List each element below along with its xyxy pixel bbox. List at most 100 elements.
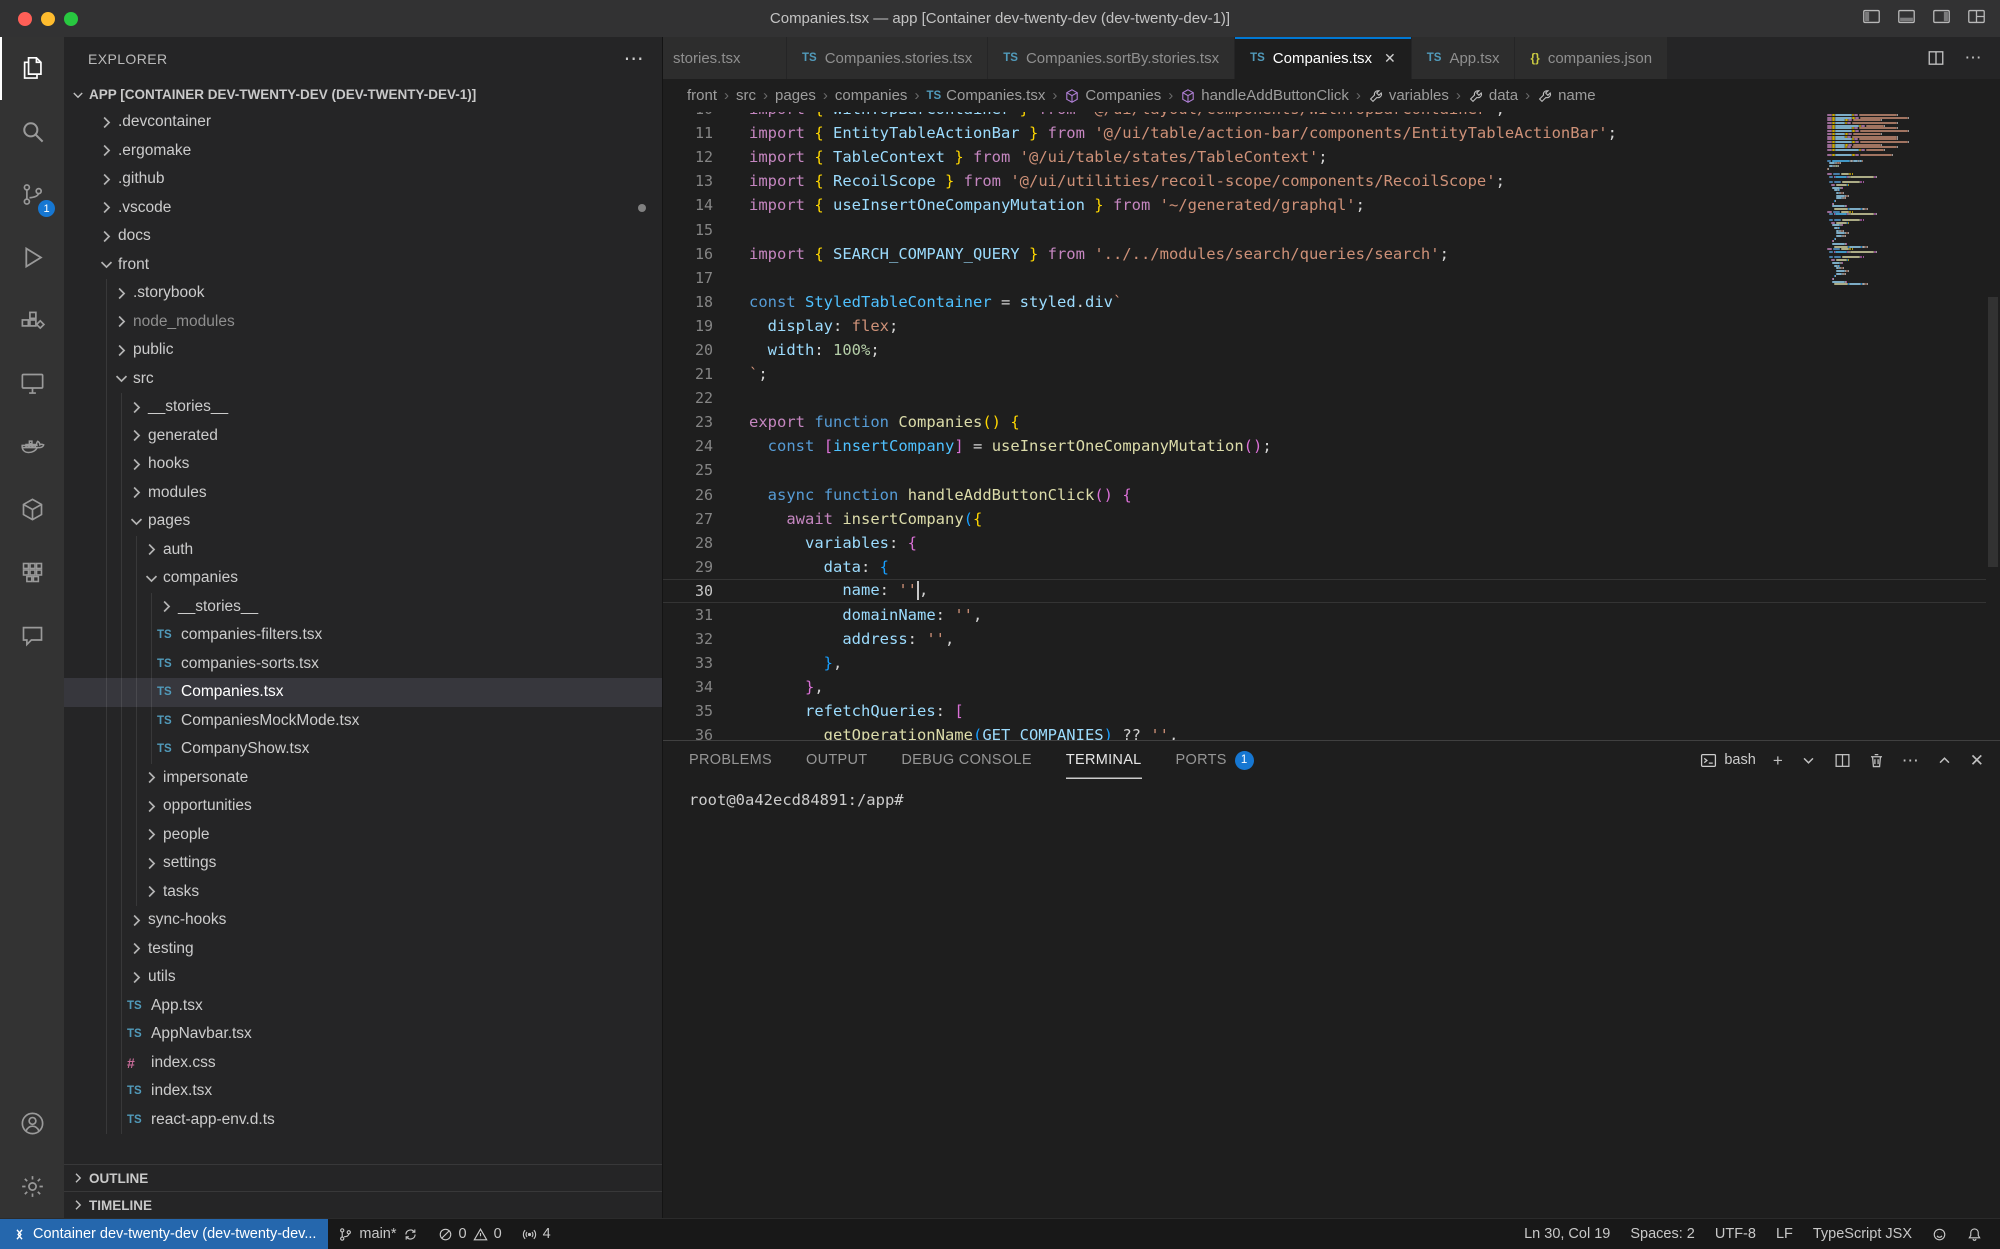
activity-remote-explorer[interactable] <box>0 352 64 415</box>
code-line-33[interactable]: 33 }, <box>663 651 1986 675</box>
close-tab-icon[interactable]: ✕ <box>1384 50 1396 67</box>
tree-item-app-tsx[interactable]: TSApp.tsx <box>64 992 662 1021</box>
code-line-23[interactable]: 23export function Companies() { <box>663 410 1986 434</box>
tree-item-devcontainer[interactable]: .devcontainer <box>64 108 662 137</box>
tree-item-storybook[interactable]: .storybook <box>64 279 662 308</box>
line-number[interactable]: 17 <box>663 269 713 287</box>
maximize-panel-icon[interactable] <box>1936 752 1953 769</box>
editor-scrollbar[interactable] <box>1988 297 1998 567</box>
activity-accounts[interactable] <box>0 1092 64 1155</box>
line-number[interactable]: 13 <box>663 172 713 190</box>
status-git-branch[interactable]: main* <box>328 1219 427 1249</box>
new-terminal-icon[interactable]: + <box>1773 752 1783 769</box>
tree-item-testing[interactable]: testing <box>64 935 662 964</box>
code-line-31[interactable]: 31 domainName: '', <box>663 603 1986 627</box>
code-line-34[interactable]: 34 }, <box>663 675 1986 699</box>
tree-item-companies-tsx[interactable]: TSCompanies.tsx <box>64 678 662 707</box>
status-forwarded-ports[interactable]: 4 <box>512 1219 561 1249</box>
code-line-17[interactable]: 17 <box>663 266 1986 290</box>
activity-run-debug[interactable] <box>0 226 64 289</box>
code-editor[interactable]: 10import { WithTopBarContainer } from '@… <box>663 112 2000 740</box>
activity-search[interactable] <box>0 100 64 163</box>
tree-item-stories[interactable]: __stories__ <box>64 393 662 422</box>
code-line-26[interactable]: 26 async function handleAddButtonClick()… <box>663 483 1986 507</box>
tree-item-modules[interactable]: modules <box>64 479 662 508</box>
tree-item-companyshow-tsx[interactable]: TSCompanyShow.tsx <box>64 735 662 764</box>
line-number[interactable]: 21 <box>663 365 713 383</box>
line-number[interactable]: 11 <box>663 124 713 142</box>
line-number[interactable]: 16 <box>663 245 713 263</box>
tree-item-sync-hooks[interactable]: sync-hooks <box>64 906 662 935</box>
workspace-section-header[interactable]: APP [CONTAINER DEV-TWENTY-DEV (DEV-TWENT… <box>64 81 662 108</box>
line-number[interactable]: 35 <box>663 702 713 720</box>
tree-item-opportunities[interactable]: opportunities <box>64 792 662 821</box>
tree-item-impersonate[interactable]: impersonate <box>64 764 662 793</box>
line-number[interactable]: 27 <box>663 510 713 528</box>
code-line-19[interactable]: 19 display: flex; <box>663 314 1986 338</box>
code-line-24[interactable]: 24 const [insertCompany] = useInsertOneC… <box>663 434 1986 458</box>
line-number[interactable]: 19 <box>663 317 713 335</box>
breadcrumb-item-companies-tsx[interactable]: TSCompanies.tsx <box>926 87 1045 104</box>
code-line-20[interactable]: 20 width: 100%; <box>663 338 1986 362</box>
status-feedback[interactable] <box>1922 1219 1957 1249</box>
tree-item-companies-sorts-tsx[interactable]: TScompanies-sorts.tsx <box>64 650 662 679</box>
status-language-mode[interactable]: TypeScript JSX <box>1803 1219 1922 1249</box>
tree-item-generated[interactable]: generated <box>64 422 662 451</box>
split-editor-icon[interactable] <box>1927 49 1945 67</box>
tree-item-stories[interactable]: __stories__ <box>64 593 662 622</box>
activity-settings[interactable] <box>0 1155 64 1218</box>
tab-stories-tsx[interactable]: stories.tsx <box>663 37 787 79</box>
tree-item-index-css[interactable]: #index.css <box>64 1049 662 1078</box>
breadcrumb-item-name[interactable]: name <box>1537 87 1596 104</box>
toggle-primary-sidebar-button[interactable] <box>1862 7 1881 31</box>
code-line-36[interactable]: 36 getOperationName(GET_COMPANIES) ?? ''… <box>663 723 1986 740</box>
tree-item-auth[interactable]: auth <box>64 536 662 565</box>
tab-companies-tsx[interactable]: TSCompanies.tsx✕ <box>1235 37 1412 79</box>
activity-container-tools[interactable] <box>0 478 64 541</box>
timeline-section-header[interactable]: TIMELINE <box>64 1191 662 1218</box>
tree-item-utils[interactable]: utils <box>64 963 662 992</box>
close-window-button[interactable] <box>18 12 32 26</box>
tree-item-people[interactable]: people <box>64 821 662 850</box>
explorer-more-actions-icon[interactable]: ⋯ <box>624 54 644 64</box>
code-line-29[interactable]: 29 data: { <box>663 555 1986 579</box>
line-number[interactable]: 28 <box>663 534 713 552</box>
line-number[interactable]: 12 <box>663 148 713 166</box>
activity-kubernetes[interactable] <box>0 541 64 604</box>
activity-source-control[interactable]: 1 <box>0 163 64 226</box>
tab-companies-json[interactable]: {}companies.json <box>1515 37 1668 79</box>
panel-more-actions-icon[interactable]: ⋯ <box>1902 752 1919 769</box>
line-number[interactable]: 26 <box>663 486 713 504</box>
breadcrumb-item-companies[interactable]: companies <box>835 87 908 104</box>
outline-section-header[interactable]: OUTLINE <box>64 1164 662 1191</box>
editor-more-actions-icon[interactable]: ⋯ <box>1964 49 1982 67</box>
code-line-21[interactable]: 21`; <box>663 362 1986 386</box>
tree-item-pages[interactable]: pages <box>64 507 662 536</box>
line-number[interactable]: 33 <box>663 654 713 672</box>
code-line-25[interactable]: 25 <box>663 458 1986 482</box>
panel-tab-ports[interactable]: PORTS1 <box>1176 741 1254 779</box>
kill-terminal-icon[interactable] <box>1868 752 1885 769</box>
line-number[interactable]: 32 <box>663 630 713 648</box>
tree-item-appnavbar-tsx[interactable]: TSAppNavbar.tsx <box>64 1020 662 1049</box>
tree-item-docs[interactable]: docs <box>64 222 662 251</box>
line-number[interactable]: 30 <box>663 582 713 600</box>
breadcrumb-item-src[interactable]: src <box>736 87 756 104</box>
line-number[interactable]: 20 <box>663 341 713 359</box>
code-line-12[interactable]: 12import { TableContext } from '@/ui/tab… <box>663 145 1986 169</box>
code-line-18[interactable]: 18const StyledTableContainer = styled.di… <box>663 290 1986 314</box>
line-number[interactable]: 18 <box>663 293 713 311</box>
breadcrumb-item-data[interactable]: data <box>1468 87 1518 104</box>
remote-indicator[interactable]: Container dev-twenty-dev (dev-twenty-dev… <box>0 1219 328 1249</box>
tree-item-companiesmockmode-tsx[interactable]: TSCompaniesMockMode.tsx <box>64 707 662 736</box>
minimize-window-button[interactable] <box>41 12 55 26</box>
toggle-panel-button[interactable] <box>1897 7 1916 31</box>
code-line-32[interactable]: 32 address: '', <box>663 627 1986 651</box>
tree-item-public[interactable]: public <box>64 336 662 365</box>
line-number[interactable]: 14 <box>663 196 713 214</box>
code-line-28[interactable]: 28 variables: { <box>663 531 1986 555</box>
code-line-27[interactable]: 27 await insertCompany({ <box>663 507 1986 531</box>
panel-tab-terminal[interactable]: TERMINAL <box>1066 741 1142 779</box>
panel-tab-debug-console[interactable]: DEBUG CONSOLE <box>901 741 1031 779</box>
panel-tab-output[interactable]: OUTPUT <box>806 741 867 779</box>
